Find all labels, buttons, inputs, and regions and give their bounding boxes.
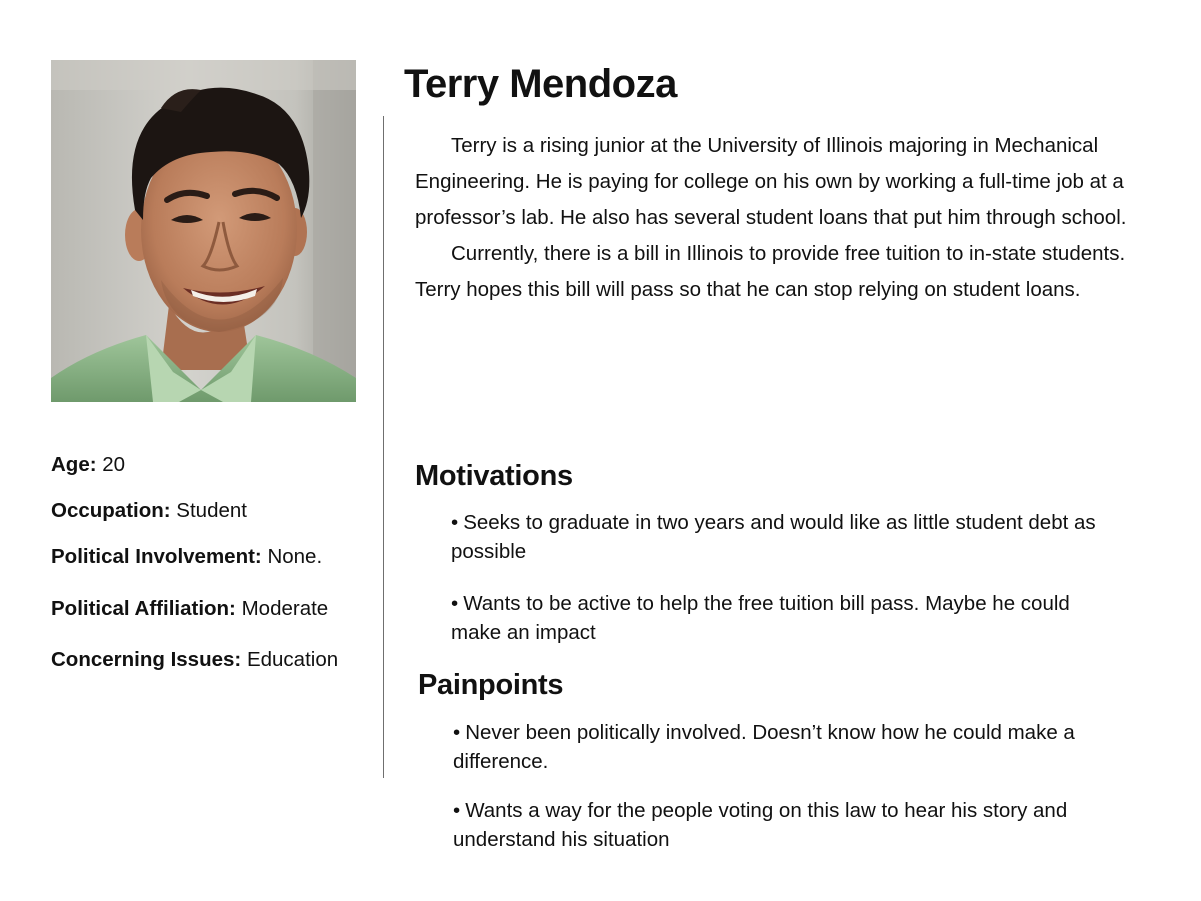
motivation-item: • Seeks to graduate in two years and woul… [451,508,1141,566]
portrait-illustration [51,60,356,402]
fact-label: Concerning Issues: [51,648,242,671]
fact-concerning-issues: Concerning Issues: Education [51,648,338,672]
fact-political-affiliation: Political Affiliation: Moderate [51,597,328,621]
fact-label: Age: [51,453,97,476]
bullet-icon: • [453,721,461,744]
painpoints-heading: Painpoints [418,669,564,701]
fact-value: None. [267,545,323,568]
fact-value: Education [246,648,339,671]
persona-bio: Terry is a rising junior at the Universi… [415,128,1160,308]
column-divider [383,116,384,778]
motivations-heading: Motivations [415,460,573,492]
fact-label: Political Affiliation: [51,597,236,620]
profile-photo [51,60,356,402]
bullet-icon: • [451,511,459,534]
fact-age: Age: 20 [51,453,125,477]
bio-paragraph: Terry is a rising junior at the Universi… [415,134,1127,229]
motivation-item: • Wants to be active to help the free tui… [451,589,1121,647]
bio-paragraph: Currently, there is a bill in Illinois t… [415,242,1126,301]
fact-label: Occupation: [51,499,171,522]
painpoint-item: • Wants a way for the people voting on th… [453,796,1153,854]
persona-name: Terry Mendoza [404,62,677,106]
bullet-icon: • [453,799,461,822]
bullet-icon: • [451,592,459,615]
fact-political-involvement: Political Involvement: None. [51,545,322,569]
painpoint-text: Wants a way for the people voting on thi… [453,799,1068,851]
fact-value: Student [176,499,247,522]
fact-value: 20 [102,453,126,476]
fact-occupation: Occupation: Student [51,499,247,523]
painpoint-text: Never been politically involved. Doesn’t… [453,721,1075,773]
painpoint-item: • Never been politically involved. Doesn’… [453,718,1133,776]
motivation-text: Wants to be active to help the free tuit… [451,592,1070,644]
fact-label: Political Involvement: [51,545,262,568]
fact-value: Moderate [241,597,329,620]
motivation-text: Seeks to graduate in two years and would… [451,511,1096,563]
